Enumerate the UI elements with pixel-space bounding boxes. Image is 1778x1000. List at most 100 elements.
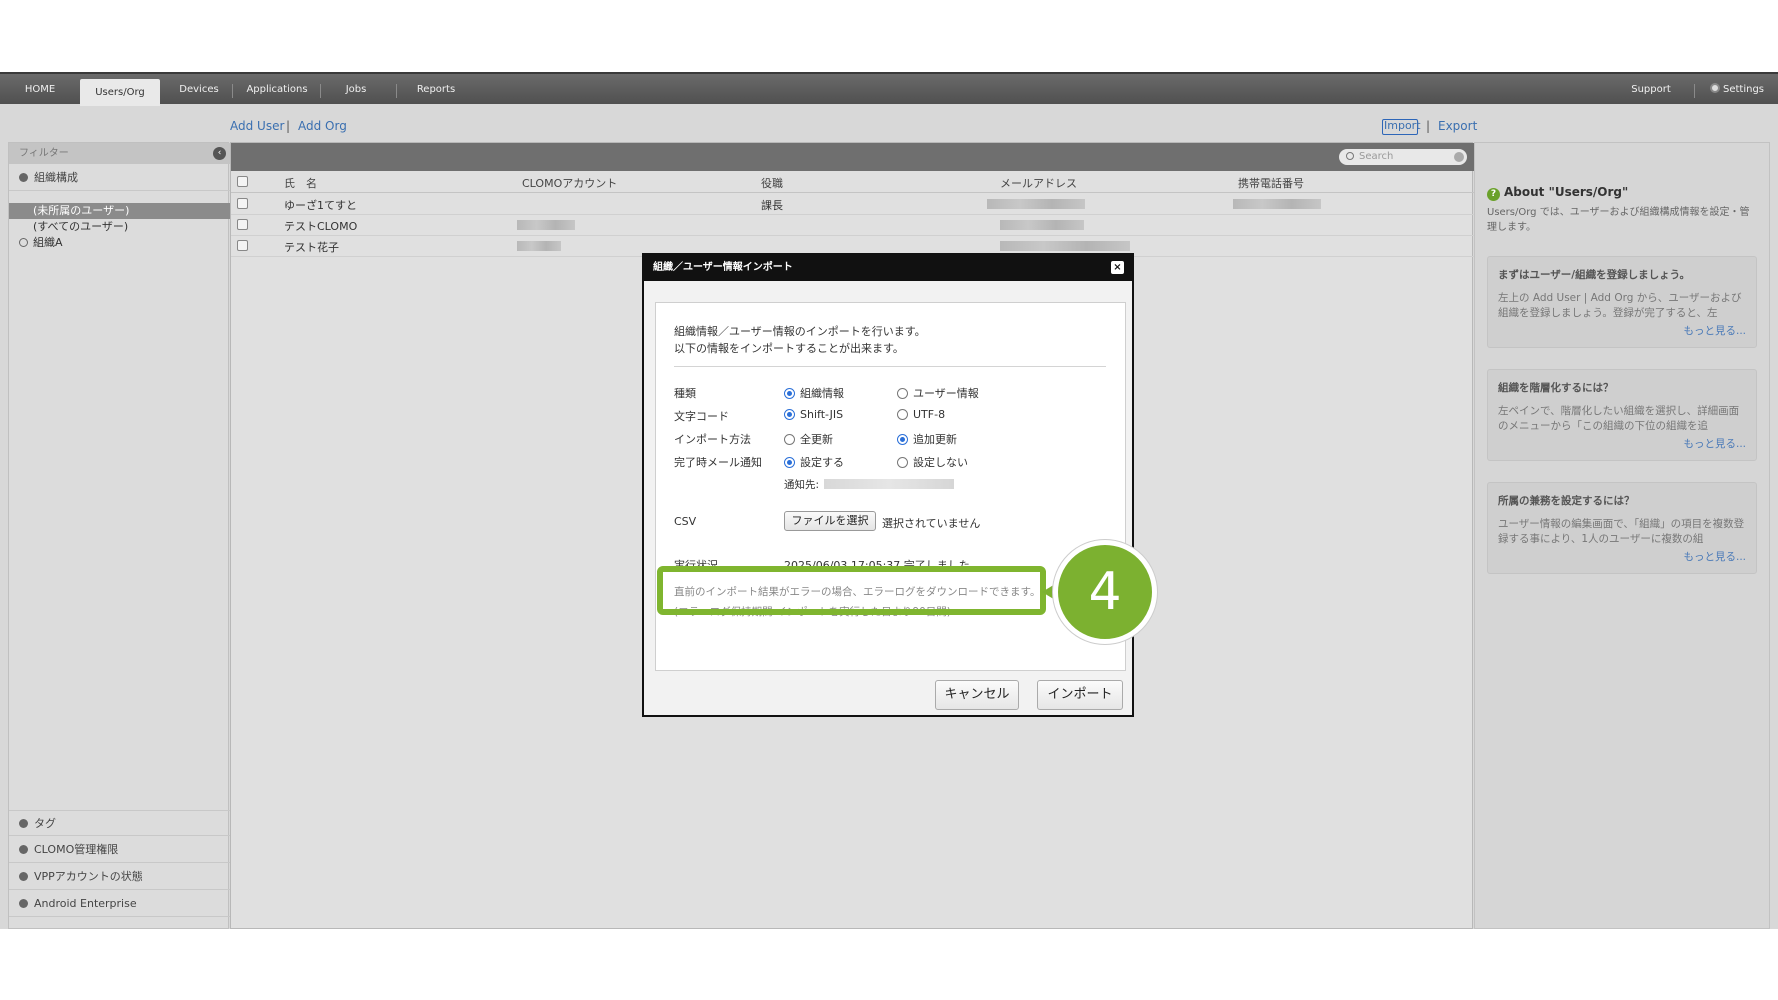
row-title: 課長 <box>761 199 783 212</box>
column-clomo-account[interactable]: CLOMOアカウント <box>522 175 617 191</box>
encoding-option-sjis[interactable]: Shift-JIS <box>784 408 843 421</box>
column-mobile[interactable]: 携帯電話番号 <box>1238 175 1304 191</box>
method-option-append[interactable]: 追加更新 <box>897 431 957 447</box>
row-name: テスト花子 <box>284 241 339 254</box>
filter-label: フィルター <box>19 148 69 159</box>
search-placeholder: Search <box>1359 151 1394 162</box>
kind-label: 種類 <box>674 387 696 400</box>
dialog-intro: 組織情報／ユーザー情報のインポートを行います。 以下の情報をインポートすることが… <box>674 323 926 357</box>
table-row[interactable]: テストCLOMO <box>231 215 1474 236</box>
radio-unselected[interactable] <box>897 457 908 468</box>
close-icon[interactable]: × <box>1111 261 1124 274</box>
redacted-notify-address <box>824 479 954 489</box>
method-label: インポート方法 <box>674 433 751 446</box>
vpp-label: VPPアカウントの状態 <box>34 870 143 883</box>
search-icon <box>1346 152 1354 160</box>
radio-unselected[interactable] <box>897 388 908 399</box>
help-panel: ? About "Users/Org" Users/Org では、ユーザーおよび組… <box>1474 142 1770 929</box>
tab-users-org[interactable]: Users/Org <box>80 79 160 106</box>
row-checkbox[interactable] <box>237 198 248 209</box>
row-name: ゆーざ1てすと <box>284 199 357 212</box>
tab-home[interactable]: HOME <box>0 74 80 106</box>
redacted-email <box>987 199 1085 209</box>
tab-applications[interactable]: Applications <box>234 74 320 106</box>
export-link[interactable]: Export <box>1438 119 1477 133</box>
tab-devices[interactable]: Devices <box>166 74 232 106</box>
tab-jobs[interactable]: Jobs <box>320 74 392 106</box>
help-card-title: 組織を階層化するには？ <box>1498 382 1614 394</box>
sidebar-section-vpp[interactable]: VPPアカウントの状態 <box>9 864 230 890</box>
sidebar-section-tags[interactable]: タグ <box>9 810 230 836</box>
settings-link[interactable]: Settings <box>1698 74 1776 106</box>
expand-circle-icon <box>19 845 28 854</box>
notify-option-off[interactable]: 設定しない <box>897 454 968 470</box>
cancel-button[interactable]: キャンセル <box>935 680 1019 710</box>
import-button[interactable]: インポート <box>1037 680 1123 710</box>
clear-search-icon[interactable] <box>1454 152 1464 162</box>
row-name: テストCLOMO <box>284 220 358 233</box>
android-enterprise-label: Android Enterprise <box>34 897 137 910</box>
select-all-checkbox[interactable] <box>237 176 248 187</box>
collapse-circle-icon <box>19 173 28 182</box>
app-window: HOME Users/Org Devices Applications Jobs… <box>0 72 1778 929</box>
option-label: ユーザー情報 <box>913 387 979 400</box>
add-org-link[interactable]: Add Org <box>298 119 347 133</box>
option-label: 全更新 <box>800 433 833 446</box>
radio-selected[interactable] <box>784 388 795 399</box>
table-header: 氏 名 CLOMOアカウント 役職 メールアドレス 携帯電話番号 <box>231 171 1474 193</box>
intro-line: 以下の情報をインポートすることが出来ます。 <box>674 342 904 355</box>
radio-selected[interactable] <box>784 409 795 420</box>
tab-reports[interactable]: Reports <box>398 74 474 106</box>
search-input[interactable]: Search <box>1339 149 1467 165</box>
radio-selected[interactable] <box>784 457 795 468</box>
dialog-title: 組織／ユーザー情報インポート <box>653 262 793 273</box>
help-icon: ? <box>1487 188 1500 201</box>
method-option-full[interactable]: 全更新 <box>784 431 833 447</box>
kind-option-user[interactable]: ユーザー情報 <box>897 385 979 401</box>
help-card-body: ユーザー情報の編集画面で、「組織」の項目を複数登録する事により、1人のユーザーに… <box>1498 518 1745 545</box>
row-checkbox[interactable] <box>237 219 248 230</box>
column-email[interactable]: メールアドレス <box>1000 175 1077 191</box>
help-card: まずはユーザー/組織を登録しましょう。 左上の Add User | Add O… <box>1487 256 1757 348</box>
import-link[interactable]: Import <box>1384 119 1421 132</box>
radio-unselected[interactable] <box>784 434 795 445</box>
more-link[interactable]: もっと見る... <box>1498 323 1746 338</box>
column-title[interactable]: 役職 <box>761 175 783 191</box>
redacted-email <box>1000 220 1084 230</box>
expand-circle-icon <box>19 238 28 247</box>
redacted-email <box>1000 241 1130 251</box>
row-checkbox[interactable] <box>237 240 248 251</box>
choose-file-button[interactable]: ファイルを選択 <box>784 511 876 531</box>
more-link[interactable]: もっと見る... <box>1498 549 1746 564</box>
sidebar-section-clomo-admin[interactable]: CLOMO管理権限 <box>9 837 230 863</box>
sidebar-section-android-enterprise[interactable]: Android Enterprise <box>9 891 230 917</box>
sidebar-item-org-a[interactable]: 組織A <box>9 235 230 251</box>
redacted-account <box>517 241 561 251</box>
add-user-link[interactable]: Add User <box>230 119 284 133</box>
radio-selected[interactable] <box>897 434 908 445</box>
notify-label: 完了時メール通知 <box>674 456 762 469</box>
file-status: 選択されていません <box>882 517 981 530</box>
expand-circle-icon <box>19 899 28 908</box>
table-row[interactable]: ゆーざ1てすと 課長 <box>231 194 1474 215</box>
encoding-option-utf8[interactable]: UTF-8 <box>897 408 945 421</box>
support-link[interactable]: Support <box>1614 74 1688 106</box>
sidebar-item-unassigned-users[interactable]: (未所属のユーザー) <box>9 203 230 219</box>
intro-line: 組織情報／ユーザー情報のインポートを行います。 <box>674 325 926 338</box>
help-description: Users/Org では、ユーザーおよび組織構成情報を設定・管理します。 <box>1487 207 1750 233</box>
radio-unselected[interactable] <box>897 409 908 420</box>
kind-option-org[interactable]: 組織情報 <box>784 385 844 401</box>
column-name[interactable]: 氏 名 <box>284 175 317 191</box>
settings-label: Settings <box>1722 84 1764 95</box>
collapse-sidebar-icon[interactable]: ‹ <box>213 147 226 160</box>
notify-option-on[interactable]: 設定する <box>784 454 844 470</box>
org-structure-section[interactable]: 組織構成 <box>9 165 230 191</box>
tab-divider <box>232 84 233 98</box>
option-label: 設定する <box>800 456 844 469</box>
import-dialog: 組織／ユーザー情報インポート × 組織情報／ユーザー情報のインポートを行います。… <box>642 253 1134 717</box>
help-title: ? About "Users/Org" <box>1487 185 1628 201</box>
more-link[interactable]: もっと見る... <box>1498 436 1746 451</box>
help-card: 組織を階層化するには？ 左ペインで、階層化したい組織を選択し、詳細画面のメニュー… <box>1487 369 1757 461</box>
sidebar-item-all-users[interactable]: (すべてのユーザー) <box>9 219 230 235</box>
tab-divider <box>1694 84 1695 98</box>
